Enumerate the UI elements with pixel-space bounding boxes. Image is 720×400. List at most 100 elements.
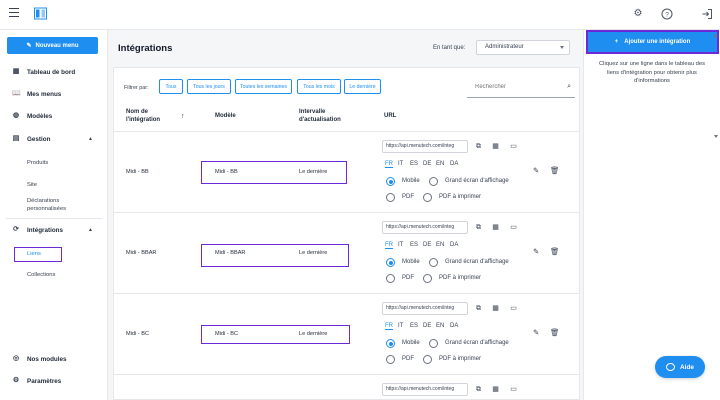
column-header-name[interactable]: Nom de l'intégration	[126, 109, 160, 124]
qr-code-icon[interactable]: ▦	[491, 142, 500, 151]
radio-big-screen[interactable]	[429, 339, 438, 348]
sidebar-item-dashboard[interactable]: ▦ Tableau de bord	[0, 65, 107, 79]
sidebar-item-modules[interactable]: ◎ Nos modules	[0, 352, 107, 366]
role-label: En tant que:	[433, 45, 466, 51]
filter-chip-weekly[interactable]: Toutes les semaines	[235, 79, 292, 94]
lang-es[interactable]: ES	[410, 242, 418, 248]
filter-chip-all[interactable]: Tous	[159, 79, 183, 94]
radio-label-mobile: Mobile	[402, 178, 420, 184]
search-icon[interactable]: ⌕	[567, 83, 571, 91]
sort-arrow-icon[interactable]: ↑	[181, 113, 185, 121]
app-logo-icon[interactable]	[34, 7, 47, 20]
lang-da[interactable]: DA	[450, 161, 458, 167]
radio-big-screen[interactable]	[429, 177, 438, 186]
lang-it[interactable]: IT	[398, 242, 403, 248]
qr-code-icon[interactable]: ▦	[491, 304, 500, 313]
new-menu-button[interactable]: ✎ Nouveau menu	[7, 37, 98, 54]
radio-pdf[interactable]	[386, 355, 395, 364]
copy-icon[interactable]: ⧉	[474, 385, 483, 394]
edit-pencil-icon[interactable]: ✎	[533, 328, 539, 337]
settings-gear-icon[interactable]: ⚙	[632, 8, 644, 20]
row-model: Midi - BBAR	[215, 250, 246, 256]
filter-chip-monthly[interactable]: Tous les mois	[297, 79, 341, 94]
sidebar-item-models[interactable]: ◍ Modèles	[0, 109, 107, 123]
lang-en[interactable]: EN	[436, 161, 444, 167]
lang-it[interactable]: IT	[398, 323, 403, 329]
url-field[interactable]: https://api.menutech.com/integ	[382, 302, 468, 315]
filter-label: Filtrer par:	[124, 85, 149, 91]
lang-fr[interactable]: FR	[385, 242, 393, 249]
help-button[interactable]: Aide	[655, 356, 705, 378]
cast-icon[interactable]: ▭	[509, 223, 518, 232]
qr-code-icon[interactable]: ▦	[491, 223, 500, 232]
qr-code-icon[interactable]: ▦	[491, 385, 500, 394]
radio-pdf-print[interactable]	[423, 355, 432, 364]
lang-fr[interactable]: FR	[385, 323, 393, 330]
filter-chip-daily[interactable]: Tous les jours	[187, 79, 231, 94]
radio-pdf-print[interactable]	[423, 193, 432, 202]
cast-icon[interactable]: ▭	[509, 385, 518, 394]
table-row[interactable]: Midi - BC Midi - BC Le dernière https://…	[114, 294, 579, 375]
sidebar-sub-products[interactable]: Produits	[27, 159, 48, 167]
lang-da[interactable]: DA	[450, 242, 458, 248]
palette-icon: ◍	[12, 112, 20, 119]
sidebar-sub-declarations[interactable]: Déclarations personnalisées	[27, 197, 66, 213]
lang-es[interactable]: ES	[410, 323, 418, 329]
lang-it[interactable]: IT	[398, 161, 403, 167]
help-circle-icon[interactable]: ?	[661, 8, 673, 20]
url-field[interactable]: https://api.menutech.com/integ	[382, 383, 468, 396]
search-box: ⌕	[467, 79, 575, 98]
lang-da[interactable]: DA	[450, 323, 458, 329]
cast-icon[interactable]: ▭	[509, 142, 518, 151]
edit-pencil-icon[interactable]: ✎	[533, 166, 539, 175]
trash-icon[interactable]: 🗑	[550, 247, 560, 256]
sidebar-sub-collections[interactable]: Collections	[27, 271, 55, 279]
copy-icon[interactable]: ⧉	[474, 304, 483, 313]
sidebar-item-settings[interactable]: ⚙ Paramètres	[0, 374, 107, 388]
copy-icon[interactable]: ⧉	[474, 142, 483, 151]
chevron-up-icon: ▲	[88, 227, 93, 233]
lang-en[interactable]: EN	[436, 323, 444, 329]
cast-icon[interactable]: ▭	[509, 304, 518, 313]
table-row[interactable]: https://api.menutech.com/integ ⧉ ▦ ▭	[114, 375, 579, 400]
sync-icon: ⟳	[13, 226, 19, 233]
lang-es[interactable]: ES	[410, 161, 418, 167]
lang-fr[interactable]: FR	[385, 161, 393, 168]
role-select[interactable]: Administrateur	[476, 40, 570, 55]
url-field[interactable]: https://api.menutech.com/integ	[382, 221, 468, 234]
lang-en[interactable]: EN	[436, 242, 444, 248]
radio-label-mobile: Mobile	[402, 259, 420, 265]
radio-label-pdf-print: PDF à imprimer	[439, 194, 482, 200]
sidebar-item-management[interactable]: ▤ Gestion ▲	[0, 132, 107, 146]
trash-icon[interactable]: 🗑	[550, 328, 560, 337]
row-interval: Le dernière	[299, 169, 328, 175]
lang-de[interactable]: DE	[423, 242, 431, 248]
scroll-down-arrow-icon[interactable]	[714, 135, 718, 138]
scroll-up-arrow-icon[interactable]	[714, 34, 718, 37]
url-field[interactable]: https://api.menutech.com/integ	[382, 140, 468, 153]
edit-pencil-icon[interactable]: ✎	[533, 247, 539, 256]
radio-pdf[interactable]	[386, 274, 395, 283]
radio-big-screen[interactable]	[429, 258, 438, 267]
row-name: Midi - BC	[126, 331, 149, 337]
table-row[interactable]: Midi - BBAR Midi - BBAR Le dernière http…	[114, 213, 579, 294]
trash-icon[interactable]: 🗑	[550, 166, 560, 175]
copy-icon[interactable]: ⧉	[474, 223, 483, 232]
radio-mobile[interactable]	[386, 258, 395, 267]
lang-de[interactable]: DE	[423, 323, 431, 329]
radio-pdf[interactable]	[386, 193, 395, 202]
sidebar-item-integrations[interactable]: ⟳ Intégrations ▲	[0, 223, 107, 237]
table-row[interactable]: Midi - BB Midi - BB Le dernière https://…	[114, 132, 579, 213]
sidebar-sub-links[interactable]: Liens	[27, 250, 41, 258]
sidebar-item-menus[interactable]: 📖 Mes menus	[0, 87, 107, 101]
radio-mobile[interactable]	[386, 339, 395, 348]
radio-mobile[interactable]	[386, 177, 395, 186]
add-integration-button[interactable]: + Ajouter une intégration	[586, 30, 719, 54]
sidebar-sub-site[interactable]: Site	[27, 181, 37, 189]
logout-icon[interactable]	[701, 8, 713, 20]
lang-de[interactable]: DE	[423, 161, 431, 167]
filter-chip-latest[interactable]: Le dernière	[344, 79, 381, 94]
search-input[interactable]	[475, 84, 565, 90]
radio-pdf-print[interactable]	[423, 274, 432, 283]
hamburger-menu-icon[interactable]	[9, 8, 19, 18]
